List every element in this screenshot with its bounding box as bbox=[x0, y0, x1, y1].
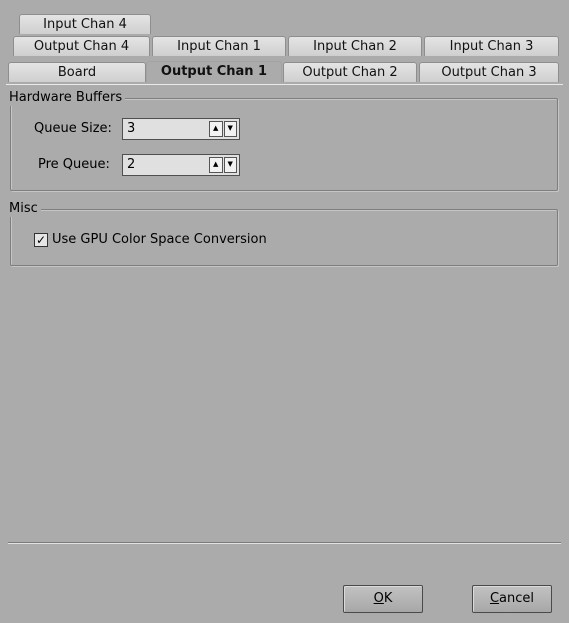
ok-button[interactable]: OK bbox=[343, 585, 423, 613]
cancel-label: ancel bbox=[499, 591, 535, 606]
queue-size-label: Queue Size: bbox=[34, 121, 112, 136]
tab-label: Input Chan 3 bbox=[449, 39, 534, 54]
cancel-button[interactable]: Cancel bbox=[472, 585, 552, 613]
tab-output-chan-2[interactable]: Output Chan 2 bbox=[283, 62, 417, 82]
tab-label: Output Chan 2 bbox=[302, 65, 398, 80]
pre-queue-spinbox[interactable]: 2 ▲ ▼ bbox=[122, 154, 240, 176]
spin-down-icon[interactable]: ▼ bbox=[223, 121, 237, 137]
tab-input-chan-2[interactable]: Input Chan 2 bbox=[288, 36, 422, 56]
tab-output-chan-4[interactable]: Output Chan 4 bbox=[13, 36, 150, 56]
tab-label: Output Chan 4 bbox=[33, 39, 130, 54]
gpu-color-checkbox[interactable]: ✓ bbox=[34, 233, 48, 247]
tab-output-chan-3[interactable]: Output Chan 3 bbox=[419, 62, 559, 82]
tab-label: Output Chan 3 bbox=[441, 65, 537, 80]
pre-queue-value: 2 bbox=[127, 157, 136, 172]
misc-title: Misc bbox=[6, 201, 41, 217]
queue-size-spinbox[interactable]: 3 ▲ ▼ bbox=[122, 118, 240, 140]
queue-size-value: 3 bbox=[127, 121, 136, 136]
spin-down-icon[interactable]: ▼ bbox=[223, 157, 237, 173]
gpu-color-label[interactable]: Use GPU Color Space Conversion bbox=[52, 232, 267, 248]
hardware-buffers-title: Hardware Buffers bbox=[6, 90, 126, 106]
tab-label: Output Chan 1 bbox=[160, 64, 268, 79]
cancel-mnemonic: C bbox=[489, 591, 500, 606]
button-separator bbox=[8, 542, 561, 544]
tab-label: Input Chan 4 bbox=[43, 17, 127, 32]
pre-queue-label: Pre Queue: bbox=[38, 157, 110, 172]
tab-output-chan-1[interactable]: Output Chan 1 bbox=[146, 61, 282, 83]
spin-up-icon[interactable]: ▲ bbox=[209, 157, 223, 173]
checkmark-icon: ✓ bbox=[35, 233, 47, 247]
ok-label: K bbox=[383, 591, 393, 606]
tab-label: Board bbox=[57, 65, 97, 80]
tab-label: Input Chan 1 bbox=[177, 39, 261, 54]
tab-input-chan-1[interactable]: Input Chan 1 bbox=[152, 36, 286, 56]
hardware-buffers-group bbox=[10, 98, 558, 191]
tab-input-chan-4[interactable]: Input Chan 4 bbox=[19, 14, 151, 34]
ok-mnemonic: O bbox=[373, 591, 384, 606]
tab-input-chan-3[interactable]: Input Chan 3 bbox=[424, 36, 559, 56]
spin-up-icon[interactable]: ▲ bbox=[209, 121, 223, 137]
tab-board[interactable]: Board bbox=[8, 62, 146, 82]
tab-label: Input Chan 2 bbox=[313, 39, 397, 54]
